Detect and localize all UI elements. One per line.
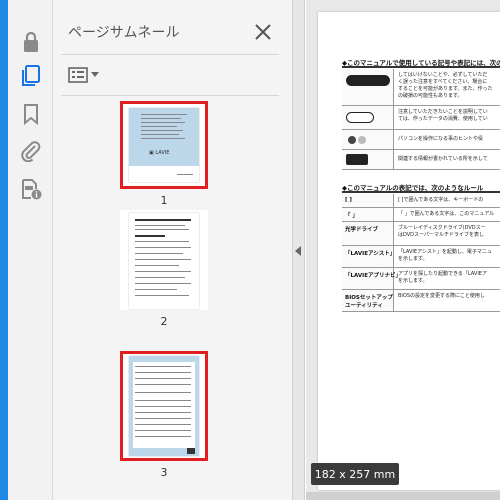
row-label: 「LAVIEアプリナビ」 (345, 273, 401, 279)
attachment-icon[interactable] (18, 138, 44, 164)
row-text: アプリを探したり起動できる「LAVIEア (398, 271, 487, 277)
status-strip (306, 492, 500, 500)
thumbnail-page-1[interactable]: ▣ LAVIE 1 (120, 101, 208, 207)
heading-rule (342, 191, 500, 193)
panel-separator (61, 54, 279, 55)
row-text: 「LAVIEアシスト」を起動し、電子マニュ (398, 249, 492, 255)
symbol-row-4: 関連する情報が書かれている所を示して (342, 150, 500, 170)
icon-rail (8, 0, 53, 500)
row-text: 「 」で囲んである文字は、このマニュアル (398, 211, 495, 217)
heading-rule (342, 66, 500, 68)
row-text: することを可能があります。また、作った (398, 86, 493, 92)
row-label: 光学ドライブ (345, 227, 379, 233)
row-text: 注意していただきたいことを説明してい (398, 109, 488, 115)
page-preview: ▣ LAVIE (129, 108, 199, 182)
page-thumbnails-icon[interactable] (18, 63, 44, 89)
thumbnail-frame: ▣ LAVIE (120, 101, 208, 189)
row-text: [ ]で囲んである文字は、キーボードの (398, 197, 484, 203)
lock-icon[interactable] (18, 29, 44, 55)
close-icon[interactable] (251, 20, 275, 44)
thumbnail-list: ▣ LAVIE 1 2 3 (53, 96, 268, 491)
thumbnail-number: 2 (160, 315, 168, 328)
row-text: はDVDスーパーマルチドライブを表し (398, 232, 484, 238)
panel-divider[interactable] (293, 0, 305, 500)
symbol-row-2: 注意していただきたいことを説明してい ては、作ったデータの消費、使用してい (342, 106, 500, 130)
row-text: く誤った注意をすべてください。場合に (398, 79, 488, 85)
notation-row-5: 「LAVIEアプリナビ」 アプリを探したり起動できる「LAVIEア を示します。 (342, 268, 500, 290)
document-viewer: ◆このマニュアルで使用している記号や表記には、次の してはいけないことや、必ずし… (306, 0, 500, 500)
options-menu-icon (68, 67, 88, 83)
chevron-down-icon (91, 72, 99, 77)
window-edge (0, 0, 8, 500)
thumbnail-frame (120, 210, 208, 310)
row-label: BIOSセットアップ (345, 295, 393, 301)
page-preview (129, 213, 199, 309)
notation-row-2: 「 」 「 」で囲んである文字は、このマニュアル (342, 208, 500, 222)
thumbnail-number: 1 (160, 194, 168, 207)
notation-row-1: [ ] [ ]で囲んである文字は、キーボードの (342, 194, 500, 208)
collapse-panel-icon[interactable] (295, 246, 301, 256)
symbol-row-3: パソコンを操作になる事のヒントや役 (342, 130, 500, 150)
thumbnail-page-2[interactable]: 2 (120, 210, 208, 328)
row-text: の破損の可能性もあります。 (398, 93, 463, 99)
thumbnail-panel: ページサムネール ▣ LAVIE 1 2 3 (53, 0, 336, 500)
thumbnail-page-3[interactable]: 3 (120, 351, 208, 479)
document-info-icon[interactable] (18, 176, 44, 202)
page-preview (129, 356, 199, 456)
row-text: BIOSの設定を変更する際にこと使用し (398, 293, 485, 299)
bookmark-icon[interactable] (18, 101, 44, 127)
symbol-row-1: してはいけないことや、必ずしていただ く誤った注意をすべてください。場合に する… (342, 69, 500, 106)
panel-title: ページサムネール (68, 25, 180, 41)
row-text: してはいけないことや、必ずしていただ (398, 72, 488, 78)
thumbnail-number: 3 (160, 466, 168, 479)
row-label: 「 」 (345, 213, 358, 219)
notation-row-6: BIOSセットアップ ユーティリティ BIOSの設定を変更する際にこと使用し (342, 290, 500, 312)
notation-row-4: 「LAVIEアシスト」 「LAVIEアシスト」を起動し、電子マニュ を示します。 (342, 246, 500, 268)
row-text: を示します。 (398, 256, 428, 262)
page-size-tooltip: 182 x 257 mm (311, 463, 399, 485)
row-text: ブルーレイディスクドライブ(DVDスー (398, 225, 486, 231)
row-text: を示します。 (398, 278, 428, 284)
row-label: 「LAVIEアシスト」 (345, 251, 396, 257)
thumbnail-options-button[interactable] (68, 65, 104, 85)
document-page: ◆このマニュアルで使用している記号や表記には、次の してはいけないことや、必ずし… (318, 12, 500, 490)
row-label: [ ] (345, 197, 352, 203)
row-text: パソコンを操作になる事のヒントや役 (398, 136, 484, 142)
row-text: 関連する情報が書かれている所を示して (398, 156, 488, 162)
notation-row-3: 光学ドライブ ブルーレイディスクドライブ(DVDスー はDVDスーパーマルチドラ… (342, 222, 500, 246)
row-text: ては、作ったデータの消費、使用してい (398, 116, 488, 122)
row-label: ユーティリティ (345, 303, 383, 309)
thumbnail-frame (120, 351, 208, 461)
